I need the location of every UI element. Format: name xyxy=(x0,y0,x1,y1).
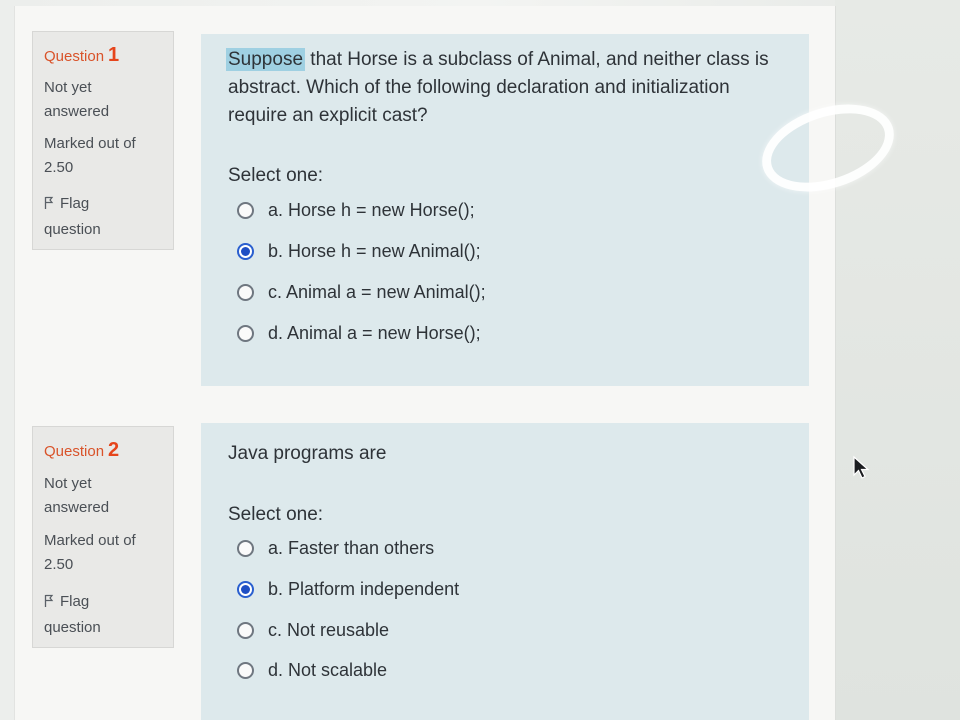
question-2-info: Question 2 Not yet answered Marked out of… xyxy=(32,426,174,648)
answer-option-d[interactable]: d. Not scalable xyxy=(237,658,387,682)
answer-option-c[interactable]: c. Not reusable xyxy=(237,618,389,642)
radio-button-selected[interactable] xyxy=(237,242,254,260)
option-label: b. Platform independent xyxy=(268,578,460,599)
question-grade: Marked out of 2.50 xyxy=(44,529,136,577)
status-line-1: Not yet xyxy=(44,475,92,492)
answer-option-c[interactable]: c. Animal a = new Animal(); xyxy=(237,280,486,304)
question-1-heading: Question 1 xyxy=(44,44,119,67)
answer-option-a[interactable]: a. Horse h = new Horse(); xyxy=(237,198,475,222)
marked-line-2: 2.50 xyxy=(44,556,74,573)
question-status: Not yet answered xyxy=(44,472,109,520)
flag-line-1: Flag xyxy=(60,593,90,610)
radio-button[interactable] xyxy=(237,324,254,342)
question-number: 1 xyxy=(108,44,120,66)
answer-option-b[interactable]: b. Horse h = new Animal(); xyxy=(237,239,481,263)
flag-question-link[interactable]: Flag question xyxy=(44,192,101,242)
marked-line-2: 2.50 xyxy=(44,159,74,176)
question-number: 2 xyxy=(108,439,120,461)
option-label: c. Animal a = new Animal(); xyxy=(268,281,486,302)
answer-option-d[interactable]: d. Animal a = new Horse(); xyxy=(237,321,481,345)
marked-line-1: Marked out of xyxy=(44,532,136,549)
status-line-2: answered xyxy=(44,499,110,516)
question-1-panel: Suppose that Horse is a subclass of Anim… xyxy=(201,34,809,386)
flag-line-2: question xyxy=(44,221,101,238)
answer-option-a[interactable]: a. Faster than others xyxy=(237,536,434,560)
select-one-label: Select one: xyxy=(228,504,324,525)
flag-icon xyxy=(44,592,54,616)
radio-button[interactable] xyxy=(237,661,254,679)
question-label: Question xyxy=(44,443,105,460)
highlighted-word: Suppose xyxy=(226,48,306,71)
question-text-line-3: require an explicit cast? xyxy=(228,105,428,126)
mouse-cursor-icon xyxy=(852,455,872,486)
question-text-line-1: Java programs are xyxy=(228,443,387,464)
question-1-text: Suppose that Horse is a subclass of Anim… xyxy=(226,46,769,130)
question-2-text: Java programs are xyxy=(228,440,386,468)
question-text-line-2: abstract. Which of the following declara… xyxy=(228,77,730,98)
option-label: a. Faster than others xyxy=(268,537,435,558)
question-grade: Marked out of 2.50 xyxy=(44,132,136,180)
flag-line-1: Flag xyxy=(60,195,90,212)
option-label: a. Horse h = new Horse(); xyxy=(268,199,475,220)
status-line-1: Not yet xyxy=(44,79,92,96)
option-label: b. Horse h = new Animal(); xyxy=(268,240,481,261)
answer-option-b[interactable]: b. Platform independent xyxy=(237,577,459,601)
option-label: c. Not reusable xyxy=(268,619,390,640)
radio-button[interactable] xyxy=(237,539,254,557)
question-label: Question xyxy=(44,48,105,65)
marked-line-1: Marked out of xyxy=(44,135,136,152)
option-label: d. Not scalable xyxy=(268,659,388,680)
option-label: d. Animal a = new Horse(); xyxy=(268,322,481,343)
radio-button-selected[interactable] xyxy=(237,580,254,598)
radio-button[interactable] xyxy=(237,621,254,639)
radio-button[interactable] xyxy=(237,283,254,301)
select-one-label: Select one: xyxy=(228,165,324,186)
question-status: Not yet answered xyxy=(44,76,109,124)
radio-button[interactable] xyxy=(237,201,254,219)
question-text-line-1: that Horse is a subclass of Animal, and … xyxy=(305,49,769,70)
question-1-info: Question 1 Not yet answered Marked out of… xyxy=(32,31,174,250)
flag-line-2: question xyxy=(44,619,101,636)
flag-icon xyxy=(44,194,54,218)
question-2-heading: Question 2 xyxy=(44,439,119,462)
status-line-2: answered xyxy=(44,103,110,120)
flag-question-link[interactable]: Flag question xyxy=(44,590,101,640)
question-2-panel: Java programs are Select one: a. Faster … xyxy=(201,423,809,720)
